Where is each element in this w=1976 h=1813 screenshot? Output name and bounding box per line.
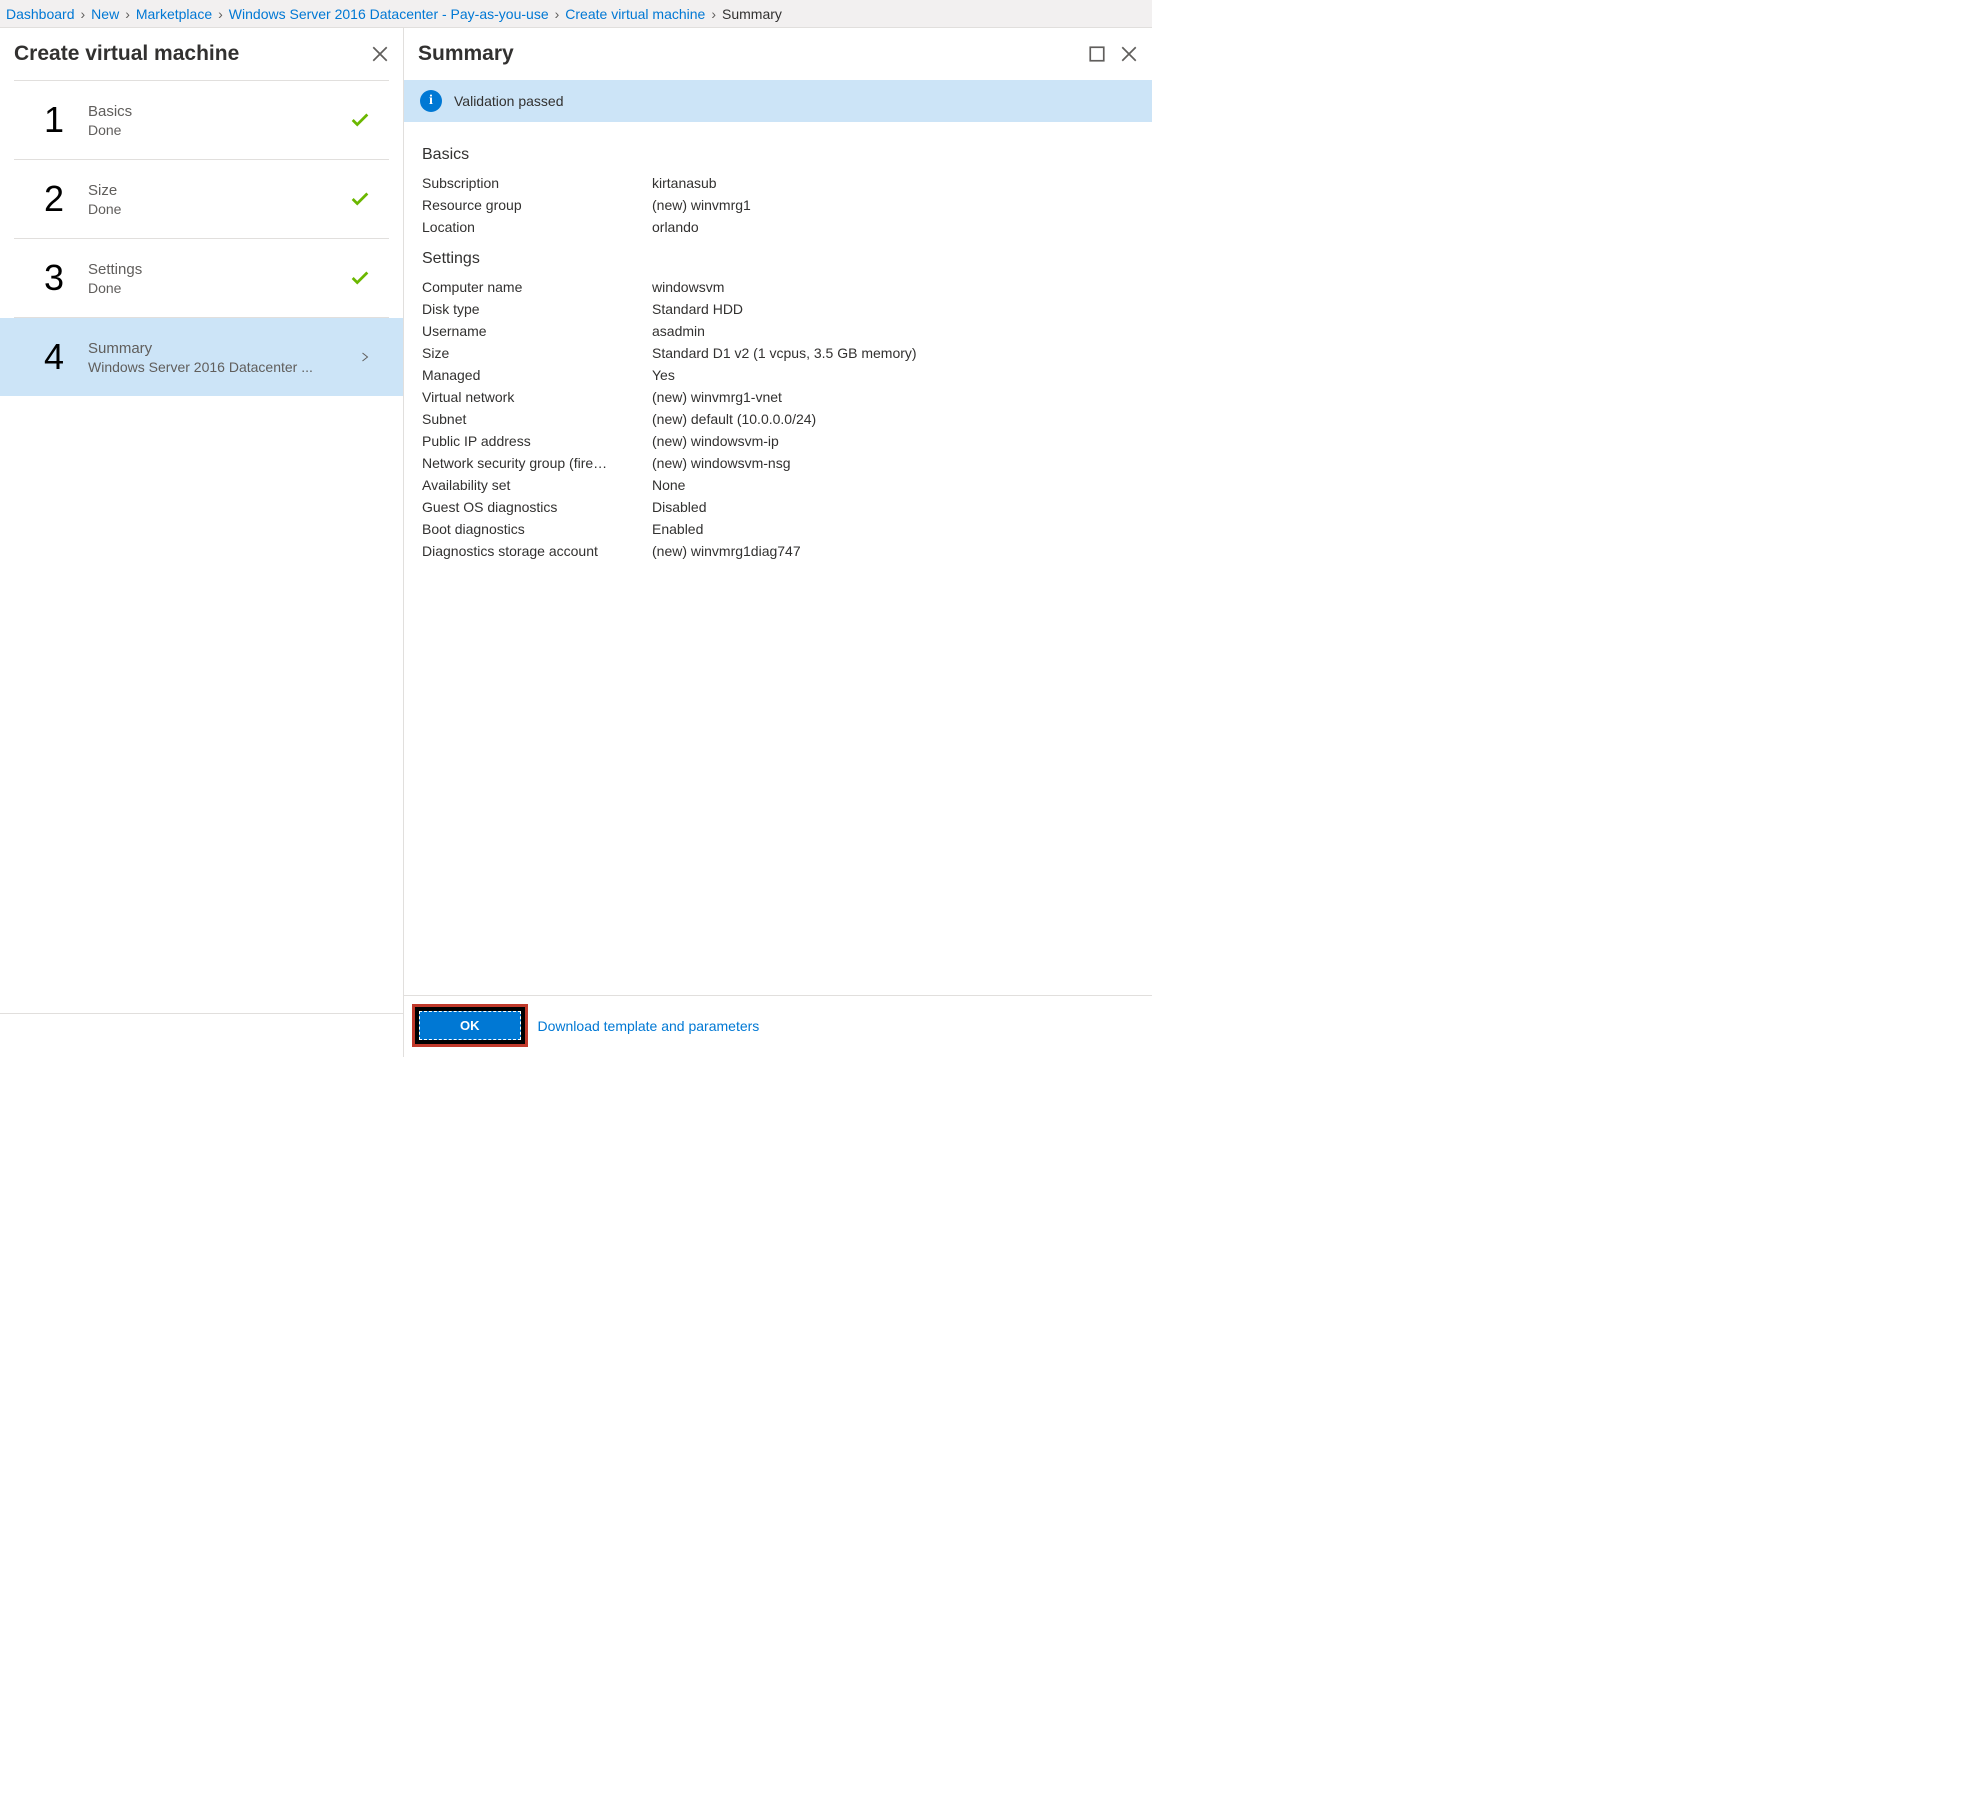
chevron-right-icon: › bbox=[218, 6, 223, 22]
step-number: 1 bbox=[44, 99, 88, 141]
summary-row: Usernameasadmin bbox=[422, 320, 1134, 342]
summary-row: Locationorlando bbox=[422, 216, 1134, 238]
wizard-step-summary[interactable]: 4 Summary Windows Server 2016 Datacenter… bbox=[0, 318, 403, 396]
step-subtitle: Done bbox=[88, 201, 349, 217]
summary-row: Availability setNone bbox=[422, 474, 1134, 496]
step-title: Size bbox=[88, 182, 349, 199]
breadcrumb-link[interactable]: Dashboard bbox=[6, 6, 75, 22]
summary-row: Subscriptionkirtanasub bbox=[422, 172, 1134, 194]
chevron-right-icon: › bbox=[711, 6, 716, 22]
left-footer bbox=[0, 1013, 403, 1057]
breadcrumb: Dashboard › New › Marketplace › Windows Ser… bbox=[0, 0, 1152, 28]
summary-row: ManagedYes bbox=[422, 364, 1134, 386]
close-icon[interactable] bbox=[1120, 45, 1138, 63]
step-subtitle: Windows Server 2016 Datacenter ... bbox=[88, 359, 338, 375]
validation-message: Validation passed bbox=[454, 93, 563, 109]
breadcrumb-link[interactable]: Create virtual machine bbox=[565, 6, 705, 22]
summary-row: Resource group(new) winvmrg1 bbox=[422, 194, 1134, 216]
summary-panel: Summary i Validation passed Basics Subsc… bbox=[404, 28, 1152, 1057]
summary-row: Boot diagnosticsEnabled bbox=[422, 518, 1134, 540]
check-icon bbox=[349, 267, 371, 289]
ok-button-highlight: OK bbox=[412, 1004, 528, 1047]
step-title: Basics bbox=[88, 103, 349, 120]
section-heading-settings: Settings bbox=[422, 250, 1134, 268]
summary-row: Disk typeStandard HDD bbox=[422, 298, 1134, 320]
step-subtitle: Done bbox=[88, 280, 349, 296]
wizard-step-basics[interactable]: 1 Basics Done bbox=[14, 80, 389, 160]
chevron-right-icon: › bbox=[125, 6, 130, 22]
step-number: 4 bbox=[44, 336, 88, 378]
summary-row: Network security group (fire…(new) windo… bbox=[422, 452, 1134, 474]
close-icon[interactable] bbox=[371, 45, 389, 63]
wizard-steps-panel: Create virtual machine 1 Basics Done 2 S… bbox=[0, 28, 404, 1057]
breadcrumb-link[interactable]: Marketplace bbox=[136, 6, 212, 22]
chevron-right-icon: › bbox=[81, 6, 86, 22]
wizard-step-size[interactable]: 2 Size Done bbox=[14, 160, 389, 239]
summary-row: Guest OS diagnosticsDisabled bbox=[422, 496, 1134, 518]
check-icon bbox=[349, 188, 371, 210]
summary-footer: OK Download template and parameters bbox=[404, 995, 1152, 1057]
maximize-icon[interactable] bbox=[1088, 45, 1106, 63]
chevron-right-icon: › bbox=[555, 6, 560, 22]
step-number: 2 bbox=[44, 178, 88, 220]
section-heading-basics: Basics bbox=[422, 146, 1134, 164]
panel-title: Summary bbox=[418, 42, 514, 66]
chevron-right-icon bbox=[359, 350, 371, 364]
step-title: Summary bbox=[88, 340, 359, 357]
summary-row: Public IP address(new) windowsvm-ip bbox=[422, 430, 1134, 452]
validation-banner: i Validation passed bbox=[404, 80, 1152, 122]
summary-row: Virtual network(new) winvmrg1-vnet bbox=[422, 386, 1134, 408]
step-number: 3 bbox=[44, 257, 88, 299]
info-icon: i bbox=[420, 90, 442, 112]
summary-row: Diagnostics storage account(new) winvmrg… bbox=[422, 540, 1134, 562]
download-template-link[interactable]: Download template and parameters bbox=[538, 1018, 760, 1034]
step-title: Settings bbox=[88, 261, 349, 278]
step-subtitle: Done bbox=[88, 122, 349, 138]
summary-row: SizeStandard D1 v2 (1 vcpus, 3.5 GB memo… bbox=[422, 342, 1134, 364]
ok-button[interactable]: OK bbox=[419, 1011, 521, 1040]
summary-row: Computer namewindowsvm bbox=[422, 276, 1134, 298]
summary-row: Subnet(new) default (10.0.0.0/24) bbox=[422, 408, 1134, 430]
breadcrumb-link[interactable]: New bbox=[91, 6, 119, 22]
breadcrumb-current: Summary bbox=[722, 6, 782, 22]
panel-title: Create virtual machine bbox=[14, 42, 239, 66]
wizard-step-settings[interactable]: 3 Settings Done bbox=[14, 239, 389, 318]
breadcrumb-link[interactable]: Windows Server 2016 Datacenter - Pay-as-… bbox=[229, 6, 549, 22]
check-icon bbox=[349, 109, 371, 131]
